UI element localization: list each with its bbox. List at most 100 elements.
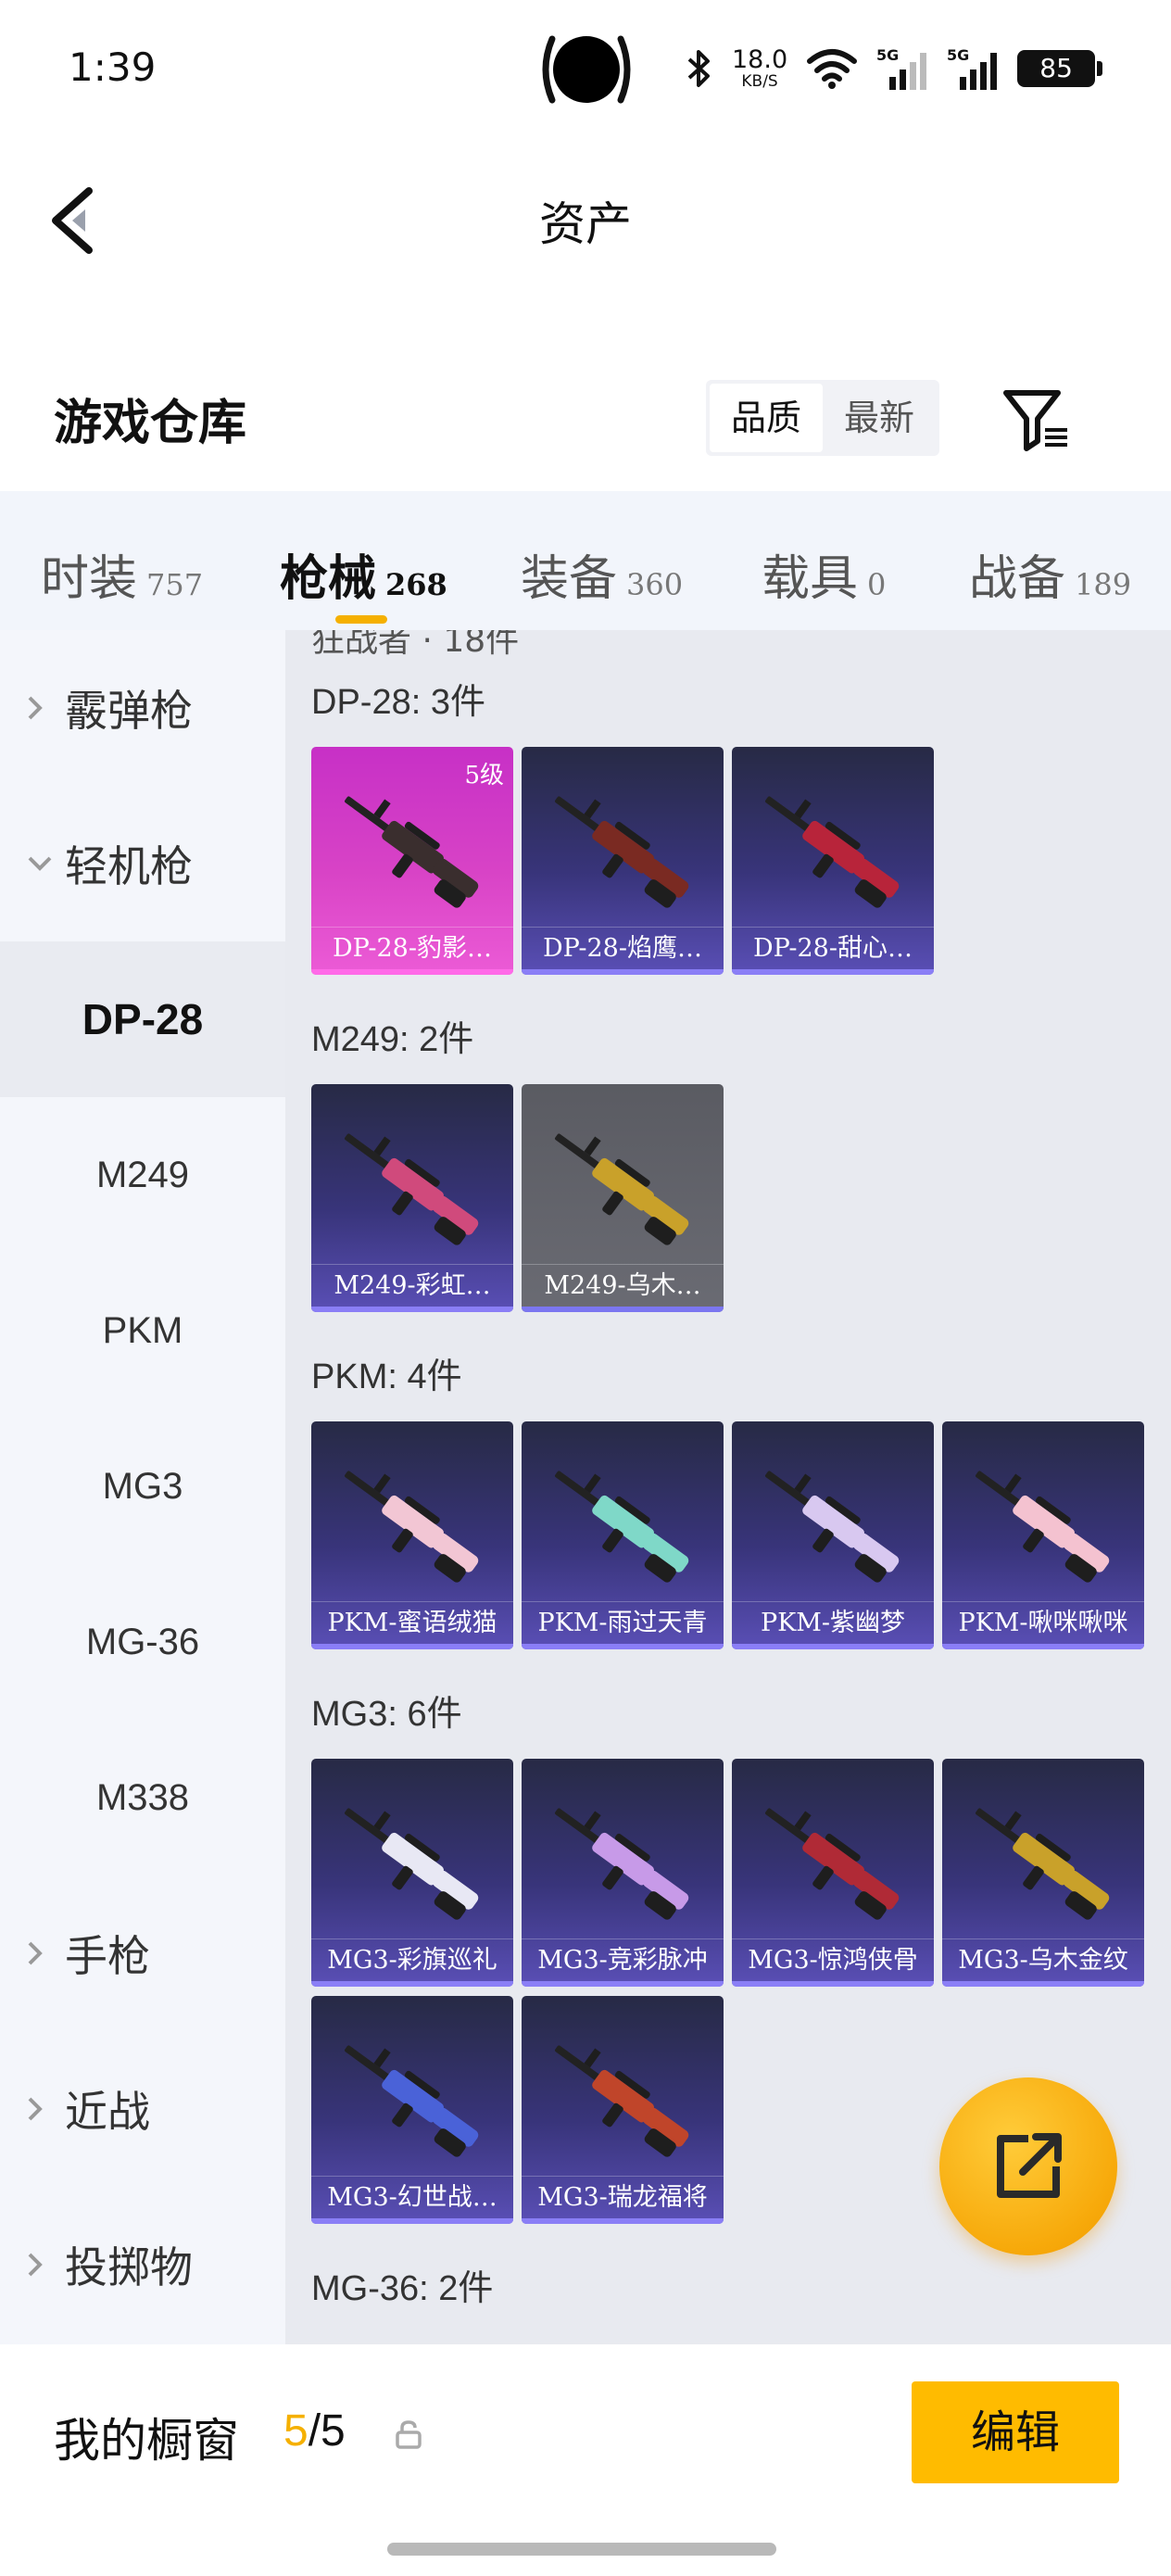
sidebar-item-mg36[interactable]: MG-36 [0, 1564, 285, 1720]
weapon-card[interactable]: DP-28-甜心… [732, 747, 934, 975]
warehouse-title-row: 游戏仓库 品质 最新 [0, 361, 1171, 473]
weapon-image-icon [555, 796, 689, 908]
active-tab-indicator [335, 615, 387, 624]
wifi-icon [807, 49, 858, 89]
group-title: M249: 2件 [311, 1020, 474, 1059]
weapon-image-icon [765, 1471, 900, 1583]
sort-toggle: 品质 最新 [706, 380, 939, 456]
svg-text:5G: 5G [876, 46, 899, 64]
weapon-card[interactable]: 5级 DP-28-豹影… [311, 747, 513, 975]
weapon-card[interactable]: DP-28-焰鹰… [522, 747, 724, 975]
weapon-card[interactable]: PKM-紫幽梦 [732, 1421, 934, 1649]
weapon-image-icon [765, 1808, 900, 1920]
weapon-image-icon [345, 1471, 479, 1583]
weapon-image-icon [555, 1133, 689, 1245]
chevron-right-icon [28, 2253, 43, 2277]
weapon-name: DP-28-豹影… [311, 927, 513, 969]
weapon-image-icon [976, 1471, 1110, 1583]
sidebar-category-pistol[interactable]: 手枪 [0, 1875, 285, 2031]
share-out-icon [997, 2133, 1062, 2198]
status-icons: 18.0 KB/S 5G 5G 85 [686, 41, 1103, 96]
weapon-name: MG3-乌木金纹 [942, 1938, 1144, 1981]
weapon-name: DP-28-焰鹰… [522, 927, 724, 969]
showcase-label: 我的橱窗 [54, 2414, 239, 2468]
weapon-card[interactable]: MG3-幻世战… [311, 1996, 513, 2224]
weapon-card[interactable]: PKM-雨过天青 [522, 1421, 724, 1649]
showcase-total: 5 [321, 2406, 346, 2456]
weapon-name: PKM-啾咪啾咪 [942, 1601, 1144, 1644]
weapon-name: PKM-紫幽梦 [732, 1601, 934, 1644]
weapon-image-icon [345, 2045, 479, 2157]
weapon-image-icon [345, 1808, 479, 1920]
sidebar-category-throwable[interactable]: 投掷物 [0, 2187, 285, 2342]
showcase-count: 5/5 [283, 2406, 346, 2456]
weapon-image-icon [345, 1133, 479, 1245]
weapon-name: MG3-瑞龙福将 [522, 2176, 724, 2218]
weapon-image-icon [345, 796, 479, 908]
weapon-card[interactable]: MG3-瑞龙福将 [522, 1996, 724, 2224]
tab-fashion[interactable]: 时装 757 [41, 539, 203, 609]
sidebar-item-m249[interactable]: M249 [0, 1097, 285, 1253]
weapon-card[interactable]: MG3-惊鸿侠骨 [732, 1759, 934, 1987]
weapon-image-icon [765, 796, 900, 908]
weapon-name: MG3-惊鸿侠骨 [732, 1938, 934, 1981]
sidebar-item-m338[interactable]: M338 [0, 1720, 285, 1875]
showcase-separator: / [308, 2406, 321, 2456]
weapon-name: M249-彩虹… [311, 1264, 513, 1307]
nav-header: 资产 [0, 139, 1171, 297]
camera-cutout-icon [542, 35, 631, 104]
signal-5g-icon: 5G [876, 46, 927, 90]
sort-option-latest[interactable]: 最新 [823, 384, 936, 452]
group-title: MG-36: 2件 [311, 2269, 494, 2308]
weapon-name: PKM-雨过天青 [522, 1601, 724, 1644]
page-title: 资产 [539, 197, 632, 251]
net-speed: 18.0 KB/S [732, 45, 788, 91]
lock-icon [396, 2420, 422, 2449]
tab-vehicles[interactable]: 载具 0 [762, 539, 886, 609]
weapon-name: MG3-竞彩脉冲 [522, 1938, 724, 1981]
chevron-right-icon [28, 696, 43, 720]
signal-5g-icon-2: 5G [947, 46, 998, 90]
weapon-card[interactable]: PKM-蜜语绒猫 [311, 1421, 513, 1649]
chevron-right-icon [28, 1941, 43, 1965]
weapon-sidebar: 霰弹枪 轻机枪 DP-28 M249 PKM MG3 MG-36 M338 手枪… [0, 630, 285, 2344]
weapon-card[interactable]: MG3-竞彩脉冲 [522, 1759, 724, 1987]
sort-option-quality[interactable]: 品质 [710, 384, 823, 452]
weapon-card[interactable]: PKM-啾咪啾咪 [942, 1421, 1144, 1649]
sidebar-category-lmg[interactable]: 轻机枪 [0, 786, 285, 941]
sidebar-item-pkm[interactable]: PKM [0, 1253, 285, 1408]
weapon-name: PKM-蜜语绒猫 [311, 1601, 513, 1644]
weapon-card[interactable]: M249-彩虹… [311, 1084, 513, 1312]
sidebar-item-dp28[interactable]: DP-28 [0, 941, 285, 1097]
weapon-name: MG3-彩旗巡礼 [311, 1938, 513, 1981]
chevron-right-icon [28, 2097, 43, 2121]
sidebar-category-melee[interactable]: 近战 [0, 2031, 285, 2187]
sidebar-category-shotgun[interactable]: 霰弹枪 [0, 630, 285, 786]
sidebar-item-mg3[interactable]: MG3 [0, 1408, 285, 1564]
weapon-level: 5级 [464, 762, 504, 789]
svg-text:5G: 5G [947, 46, 969, 64]
bluetooth-icon [687, 50, 710, 87]
weapon-image-icon [555, 1471, 689, 1583]
status-bar: 1:39 18.0 KB/S 5G 5G 85 [0, 0, 1171, 139]
category-tabs: 时装 757 枪械 268 装备 360 载具 0 战备 189 [0, 491, 1171, 630]
tab-supplies[interactable]: 战备 189 [969, 539, 1131, 609]
showcase-bar: 我的橱窗 5/5 编辑 [0, 2344, 1171, 2576]
weapon-image-icon [555, 2045, 689, 2157]
weapon-card[interactable]: MG3-乌木金纹 [942, 1759, 1144, 1987]
weapon-card[interactable]: MG3-彩旗巡礼 [311, 1759, 513, 1987]
filter-icon[interactable] [1001, 382, 1075, 456]
edit-button[interactable]: 编辑 [912, 2381, 1119, 2483]
chevron-down-icon [28, 856, 52, 871]
weapon-name: M249-乌木… [522, 1264, 724, 1307]
weapon-card[interactable]: M249-乌木… [522, 1084, 724, 1312]
weapon-name: MG3-幻世战… [311, 2176, 513, 2218]
partial-group-title: 狂战者 · 18件 [311, 630, 520, 660]
status-time: 1:39 [69, 44, 157, 90]
home-indicator [387, 2543, 776, 2556]
tab-equipment[interactable]: 装备 360 [521, 539, 683, 609]
tab-firearms[interactable]: 枪械 268 [280, 539, 447, 609]
share-button[interactable] [939, 2077, 1117, 2255]
battery-indicator: 85 [1017, 50, 1103, 87]
weapon-name: DP-28-甜心… [732, 927, 934, 969]
